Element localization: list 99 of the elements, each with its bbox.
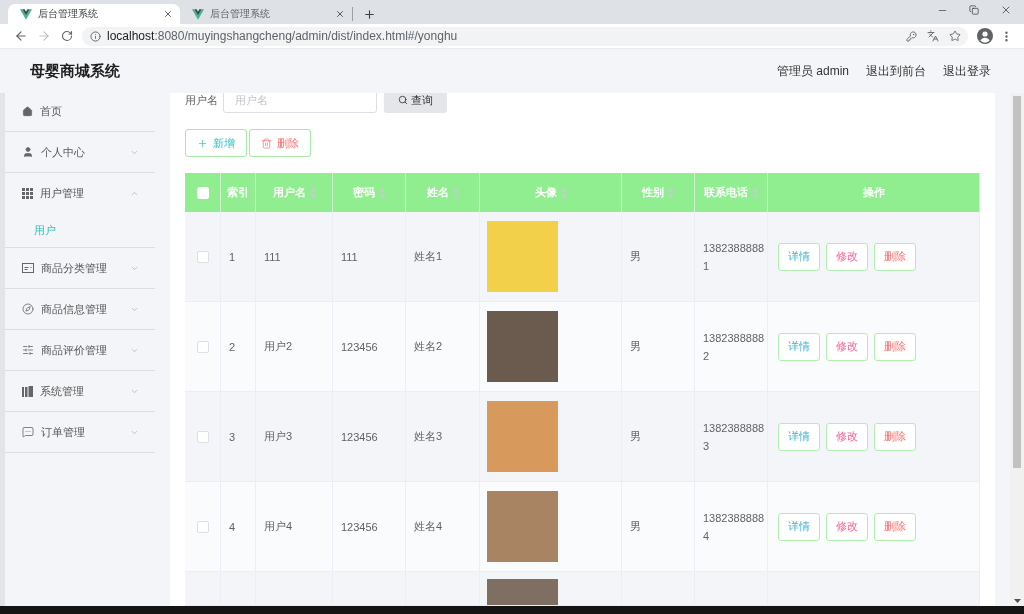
table-cell: 2 [221, 302, 256, 391]
plus-icon [362, 7, 376, 21]
sidebar-item[interactable]: 商品评价管理 [5, 330, 155, 370]
row-checkbox[interactable] [196, 430, 209, 443]
detail-button[interactable]: 详情 [778, 242, 820, 271]
row-checkbox[interactable] [196, 340, 209, 353]
add-button[interactable]: 新增 [185, 129, 247, 157]
sidebar-item[interactable]: 个人中心 [5, 132, 155, 172]
profile-icon[interactable] [977, 28, 993, 44]
table-cell: 123456 [333, 392, 406, 481]
avatar-photo [487, 579, 558, 605]
table-cell: 男 [622, 302, 695, 391]
query-button[interactable]: 查询 [384, 93, 447, 113]
v-logo-icon [192, 8, 204, 20]
sidebar-item[interactable]: 系统管理 [5, 371, 155, 411]
close-icon [335, 9, 345, 19]
key-icon [906, 30, 917, 42]
user-icon [22, 146, 34, 158]
delete-button[interactable]: 删除 [874, 422, 916, 451]
table-cell: 4 [221, 482, 256, 571]
table-cell: 姓名1 [406, 212, 480, 301]
search-icon [398, 95, 408, 105]
table-cell: 111 [333, 212, 406, 301]
search-field[interactable]: 用户名 [223, 93, 377, 113]
scrollbar-thumb[interactable] [1013, 96, 1021, 468]
reload-icon [60, 30, 73, 42]
trash-icon [261, 137, 272, 149]
sidebar-subitem[interactable]: 用户 [5, 213, 155, 247]
table-cell: 姓名2 [406, 302, 480, 391]
edit-button[interactable]: 修改 [826, 242, 868, 271]
close-icon [1000, 4, 1012, 16]
header-link[interactable]: 管理员 admin [776, 62, 849, 80]
chat-icon [22, 426, 34, 438]
header-link[interactable]: 退出登录 [943, 62, 991, 80]
table-cell: 123456 [333, 302, 406, 391]
sidebar-item[interactable]: 用户管理 [5, 173, 155, 213]
home-icon [22, 105, 33, 117]
table-cell: 13823888882 [695, 302, 768, 391]
grid-icon [22, 187, 33, 199]
sidebar-item[interactable]: 首页 [5, 93, 155, 131]
row-checkbox[interactable] [196, 520, 209, 533]
sidebar-item[interactable]: 订单管理 [5, 412, 155, 452]
delete-button[interactable]: 删除 [249, 129, 311, 157]
table-cell: 用户4 [256, 482, 333, 571]
sliders-icon [22, 344, 34, 356]
table-cell: 男 [622, 212, 695, 301]
column-header: 操作 [862, 185, 885, 200]
scroll-down-arrow-icon[interactable] [1013, 599, 1021, 603]
address-bar[interactable]: localhost:8080/muyingshangcheng/admin/dist/index.html#/yonghu [82, 26, 968, 46]
card-icon [22, 263, 34, 273]
table-cell: 男 [622, 392, 695, 481]
delete-button[interactable]: 删除 [874, 332, 916, 361]
table-cell: 用户3 [256, 392, 333, 481]
tab-close-button[interactable] [162, 8, 174, 20]
detail-button[interactable]: 详情 [778, 332, 820, 361]
table-cell: 13823888883 [695, 392, 768, 481]
star-icon [949, 30, 961, 42]
app-title: 母婴商城系统 [30, 61, 120, 81]
table-cell: 3 [221, 392, 256, 481]
table-cell: 姓名4 [406, 482, 480, 571]
table-cell: 123456 [333, 482, 406, 571]
table-cell: 13823888884 [695, 482, 768, 571]
detail-button[interactable]: 详情 [778, 422, 820, 451]
plus-icon [197, 137, 208, 149]
table-cell: 1 [221, 212, 256, 301]
translate-icon [927, 30, 939, 42]
bars-icon [22, 385, 33, 397]
column-header: 索引 [227, 185, 249, 200]
edit-button[interactable]: 修改 [826, 332, 868, 361]
delete-button[interactable]: 删除 [874, 242, 916, 271]
edit-button[interactable]: 修改 [826, 422, 868, 451]
v-logo-icon [20, 8, 32, 20]
avatar-photo [487, 221, 558, 292]
close-icon [163, 9, 173, 19]
table-cell: 13823888881 [695, 212, 768, 301]
table-cell: 用户2 [256, 302, 333, 391]
edit-button[interactable]: 修改 [826, 512, 868, 541]
restore-icon [969, 5, 979, 15]
row-checkbox[interactable] [196, 250, 209, 263]
table-cell: 111 [256, 212, 333, 301]
select-all-checkbox[interactable] [196, 186, 209, 199]
table-cell: 姓名3 [406, 392, 480, 481]
url-text: localhost:8080/muyingshangcheng/admin/dist/index.html#/yonghu [107, 29, 459, 43]
forward-arrow-icon [36, 29, 51, 43]
info-icon [90, 30, 101, 42]
table-cell: 男 [622, 482, 695, 571]
browser-tab[interactable]: 后台管理系统 [8, 4, 180, 24]
sidebar-item[interactable]: 商品信息管理 [5, 289, 155, 329]
field-label: 用户名 [185, 93, 218, 108]
tab-close-button[interactable] [334, 8, 346, 20]
sidebar-item[interactable]: 商品分类管理 [5, 248, 155, 288]
detail-button[interactable]: 详情 [778, 512, 820, 541]
header-link[interactable]: 退出到前台 [866, 62, 926, 80]
compass-icon [22, 303, 34, 315]
avatar-photo [487, 311, 558, 382]
avatar-photo [487, 491, 558, 562]
delete-button[interactable]: 删除 [874, 512, 916, 541]
avatar-photo [487, 401, 558, 472]
browser-tab[interactable]: 后台管理系统 [180, 4, 352, 24]
